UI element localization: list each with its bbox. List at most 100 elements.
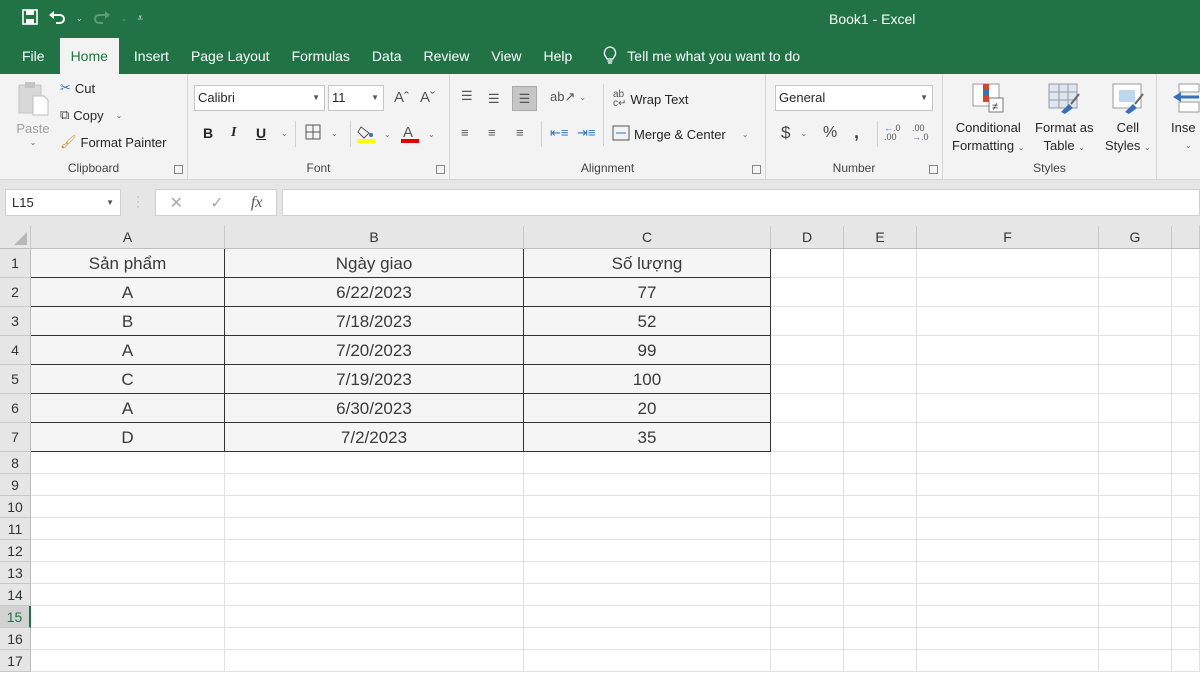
cell-d9[interactable] [771, 474, 844, 496]
row-header-9[interactable]: 9 [0, 474, 31, 496]
table-cell[interactable]: 52 [524, 307, 771, 336]
table-cell[interactable]: D [31, 423, 225, 452]
cell-e2[interactable] [844, 278, 917, 307]
cell-e16[interactable] [844, 628, 917, 650]
tab-help[interactable]: Help [533, 38, 584, 74]
row-header-14[interactable]: 14 [0, 584, 31, 606]
cell-g17[interactable] [1099, 650, 1172, 672]
cell-b10[interactable] [225, 496, 524, 518]
cell-g6[interactable] [1099, 394, 1172, 423]
underline-button[interactable]: U [256, 125, 266, 141]
cell-g14[interactable] [1099, 584, 1172, 606]
cell-h9[interactable] [1172, 474, 1200, 496]
align-left-button[interactable]: ≡ [461, 125, 469, 140]
cell-f10[interactable] [917, 496, 1099, 518]
cell-h14[interactable] [1172, 584, 1200, 606]
cell-b9[interactable] [225, 474, 524, 496]
clipboard-launcher-icon[interactable] [174, 165, 183, 174]
cell-h16[interactable] [1172, 628, 1200, 650]
cell-h1[interactable] [1172, 249, 1200, 278]
cell-h6[interactable] [1172, 394, 1200, 423]
cell-g12[interactable] [1099, 540, 1172, 562]
cell-e12[interactable] [844, 540, 917, 562]
cell-c11[interactable] [524, 518, 771, 540]
cell-h11[interactable] [1172, 518, 1200, 540]
column-header-a[interactable]: A [31, 226, 225, 249]
cell-g1[interactable] [1099, 249, 1172, 278]
cell-g2[interactable] [1099, 278, 1172, 307]
save-icon[interactable] [22, 9, 38, 28]
cell-e1[interactable] [844, 249, 917, 278]
redo-dropdown-icon[interactable]: ⌄ [121, 14, 128, 23]
tab-file[interactable]: File [11, 38, 56, 74]
cell-a15[interactable] [31, 606, 225, 628]
table-cell[interactable]: 35 [524, 423, 771, 452]
cell-f7[interactable] [917, 423, 1099, 452]
cell-b13[interactable] [225, 562, 524, 584]
cell-e10[interactable] [844, 496, 917, 518]
wrap-text-button[interactable]: ab c↵ Wrap Text [613, 90, 688, 109]
cell-g8[interactable] [1099, 452, 1172, 474]
middle-align-button[interactable]: ☰ [488, 91, 500, 107]
cell-a14[interactable] [31, 584, 225, 606]
cell-d12[interactable] [771, 540, 844, 562]
tab-review[interactable]: Review [413, 38, 481, 74]
cell-f17[interactable] [917, 650, 1099, 672]
undo-dropdown-icon[interactable]: ⌄ [76, 14, 83, 23]
cell-c10[interactable] [524, 496, 771, 518]
row-header-8[interactable]: 8 [0, 452, 31, 474]
formula-input[interactable] [282, 189, 1200, 216]
number-launcher-icon[interactable] [929, 165, 938, 174]
table-cell[interactable]: B [31, 307, 225, 336]
cell-d2[interactable] [771, 278, 844, 307]
table-cell[interactable]: 20 [524, 394, 771, 423]
alignment-launcher-icon[interactable] [752, 165, 761, 174]
cell-a11[interactable] [31, 518, 225, 540]
table-cell[interactable]: 7/2/2023 [225, 423, 524, 452]
column-header-c[interactable]: C [524, 226, 771, 249]
cell-f2[interactable] [917, 278, 1099, 307]
cut-button[interactable]: ✂ Cut [60, 80, 95, 96]
table-cell[interactable]: 77 [524, 278, 771, 307]
column-header-f[interactable]: F [917, 226, 1099, 249]
cell-e4[interactable] [844, 336, 917, 365]
align-center-button[interactable]: ≡ [488, 125, 496, 140]
tab-view[interactable]: View [480, 38, 532, 74]
cell-f5[interactable] [917, 365, 1099, 394]
row-header-7[interactable]: 7 [0, 423, 31, 452]
cell-b14[interactable] [225, 584, 524, 606]
cell-f1[interactable] [917, 249, 1099, 278]
comma-button[interactable]: , [854, 122, 859, 143]
cell-h5[interactable] [1172, 365, 1200, 394]
redo-icon[interactable] [93, 9, 111, 28]
font-size-dropdown[interactable]: 11 ▼ [328, 85, 384, 111]
table-cell[interactable]: C [31, 365, 225, 394]
cell-b11[interactable] [225, 518, 524, 540]
cell-g11[interactable] [1099, 518, 1172, 540]
cell-f3[interactable] [917, 307, 1099, 336]
row-header-12[interactable]: 12 [0, 540, 31, 562]
bold-button[interactable]: B [203, 125, 213, 141]
cell-a10[interactable] [31, 496, 225, 518]
row-header-15[interactable]: 15 [0, 606, 31, 628]
table-cell[interactable]: 6/30/2023 [225, 394, 524, 423]
cell-e11[interactable] [844, 518, 917, 540]
font-color-button[interactable]: A ⌄ [400, 123, 435, 146]
cell-g7[interactable] [1099, 423, 1172, 452]
copy-dropdown-icon[interactable]: ⌄ [116, 111, 123, 120]
name-box[interactable]: L15 ▼ [5, 189, 121, 216]
cell-c17[interactable] [524, 650, 771, 672]
cell-d11[interactable] [771, 518, 844, 540]
underline-dropdown-icon[interactable]: ⌄ [281, 129, 288, 138]
cell-b8[interactable] [225, 452, 524, 474]
increase-font-button[interactable]: Aˆ [394, 89, 409, 106]
cell-h3[interactable] [1172, 307, 1200, 336]
cell-f9[interactable] [917, 474, 1099, 496]
increase-decimal-button[interactable]: ←.0.00 [884, 124, 901, 142]
orientation-button[interactable]: ab↗ ⌄ [550, 89, 586, 105]
table-cell[interactable]: 6/22/2023 [225, 278, 524, 307]
table-header-cell[interactable]: Số lượng [524, 249, 771, 278]
enter-icon[interactable]: ✓ [210, 193, 223, 213]
tab-page-layout[interactable]: Page Layout [180, 38, 281, 74]
borders-button[interactable]: ⌄ [305, 124, 338, 143]
